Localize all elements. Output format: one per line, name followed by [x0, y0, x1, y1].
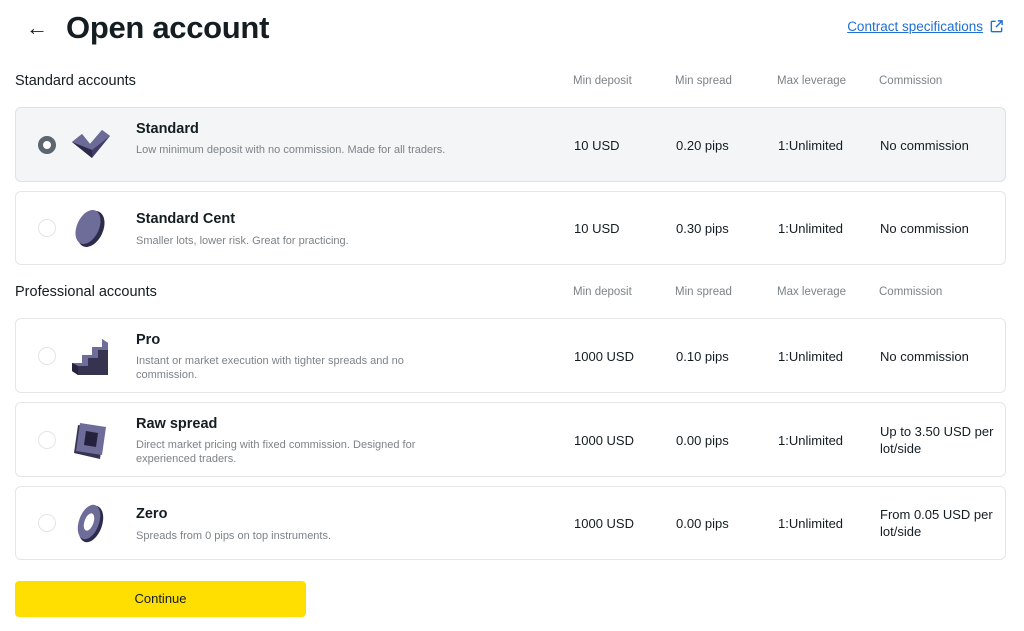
min-spread-value: 0.00 pips	[676, 433, 729, 448]
account-card-zero[interactable]: Zero Spreads from 0 pips on top instrume…	[15, 486, 1006, 560]
max-leverage-value: 1:Unlimited	[778, 516, 844, 531]
back-button[interactable]: ←	[26, 14, 50, 42]
min-deposit-value: 1000 USD	[574, 349, 634, 364]
max-leverage-value: 1:Unlimited	[778, 138, 844, 153]
min-deposit-value: 1000 USD	[574, 516, 634, 531]
commission-value: Up to 3.50 USD per lot/side	[880, 424, 994, 456]
commission-value: No commission	[880, 138, 969, 153]
min-spread-value: 0.30 pips	[676, 221, 729, 236]
col-min-spread: Min spread	[675, 75, 732, 87]
col-min-deposit: Min deposit	[573, 286, 632, 298]
contract-specifications-link[interactable]: Contract specifications	[847, 19, 1004, 34]
radio-standard-cent[interactable]	[38, 219, 56, 237]
col-min-spread: Min spread	[675, 286, 732, 298]
account-name: Raw spread	[136, 416, 218, 432]
chevron-block-icon	[72, 130, 110, 158]
min-spread-value: 0.20 pips	[676, 138, 729, 153]
min-deposit-value: 1000 USD	[574, 433, 634, 448]
stairs-icon	[72, 339, 108, 375]
col-max-leverage: Max leverage	[777, 286, 847, 298]
account-name: Standard	[136, 121, 199, 137]
arrow-left-icon: ←	[26, 15, 48, 40]
account-description: Direct market pricing with fixed commiss…	[136, 439, 416, 465]
account-name: Standard Cent	[136, 211, 236, 227]
max-leverage-value: 1:Unlimited	[778, 221, 844, 236]
min-deposit-value: 10 USD	[574, 138, 620, 153]
coin-icon	[75, 210, 105, 247]
radio-zero[interactable]	[38, 514, 56, 532]
radio-standard[interactable]	[38, 136, 56, 154]
section-title: Standard accounts	[15, 73, 136, 89]
external-link-icon	[990, 20, 1003, 33]
min-deposit-value: 10 USD	[574, 221, 620, 236]
commission-value: From 0.05 USD per lot/side	[880, 507, 993, 539]
account-name: Pro	[136, 332, 161, 348]
commission-value: No commission	[880, 221, 969, 236]
ring-icon	[77, 504, 104, 543]
account-description: Instant or market execution with tighter…	[136, 355, 404, 381]
standard-accounts-header: Standard accounts Min deposit Min spread…	[0, 71, 1024, 95]
account-card-raw-spread[interactable]: Raw spread Direct market pricing with fi…	[15, 402, 1006, 477]
account-card-pro[interactable]: Pro Instant or market execution with tig…	[15, 318, 1006, 393]
account-card-standard-cent[interactable]: Standard Cent Smaller lots, lower risk. …	[15, 191, 1006, 265]
col-max-leverage: Max leverage	[777, 75, 847, 87]
account-description: Smaller lots, lower risk. Great for prac…	[136, 235, 349, 247]
col-min-deposit: Min deposit	[573, 75, 632, 87]
max-leverage-value: 1:Unlimited	[778, 349, 844, 364]
frame-icon	[74, 423, 106, 459]
page-title: Open account	[66, 10, 270, 45]
contract-specifications-label: Contract specifications	[847, 19, 983, 34]
min-spread-value: 0.10 pips	[676, 349, 729, 364]
section-title: Professional accounts	[15, 284, 157, 300]
col-commission: Commission	[879, 75, 943, 87]
radio-pro[interactable]	[38, 347, 56, 365]
continue-button[interactable]: Continue	[15, 581, 306, 617]
radio-raw-spread[interactable]	[38, 431, 56, 449]
professional-accounts-header: Professional accounts Min deposit Min sp…	[0, 282, 1024, 306]
commission-value: No commission	[880, 349, 969, 364]
col-commission: Commission	[879, 286, 943, 298]
header: ← Open account Contract specifications	[0, 0, 1024, 60]
min-spread-value: 0.00 pips	[676, 516, 729, 531]
account-description: Low minimum deposit with no commission. …	[136, 144, 446, 156]
account-card-standard[interactable]: Standard Low minimum deposit with no com…	[15, 107, 1006, 182]
account-name: Zero	[136, 506, 168, 522]
account-description: Spreads from 0 pips on top instruments.	[136, 530, 332, 542]
max-leverage-value: 1:Unlimited	[778, 433, 844, 448]
